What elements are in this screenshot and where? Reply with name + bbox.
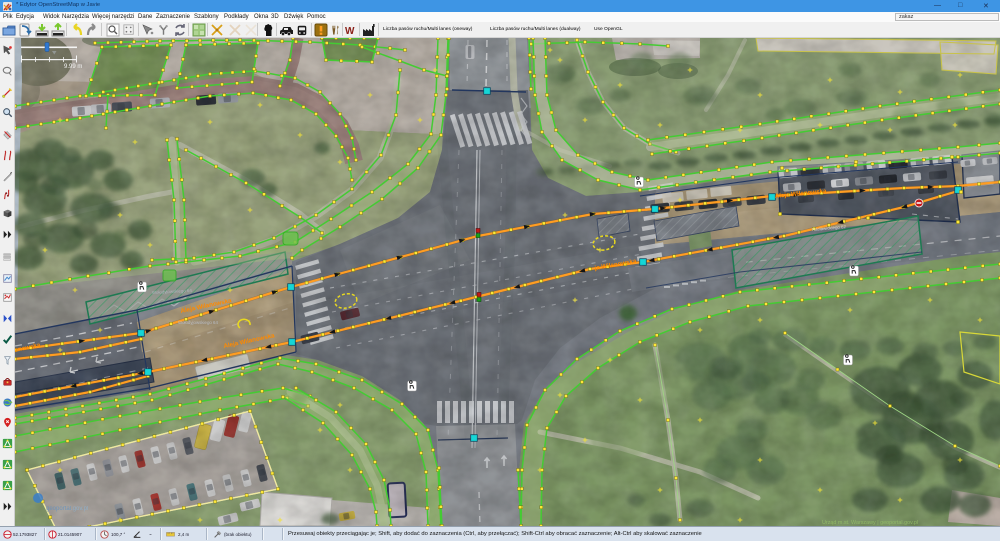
svg-text:W: W bbox=[345, 26, 355, 37]
svg-text:9.99 m: 9.99 m bbox=[64, 64, 82, 70]
svg-text:geoportal.gov.pl: geoportal.gov.pl bbox=[46, 506, 88, 512]
svg-text:Wołodyjowskiego 64: Wołodyjowskiego 64 bbox=[178, 320, 219, 325]
